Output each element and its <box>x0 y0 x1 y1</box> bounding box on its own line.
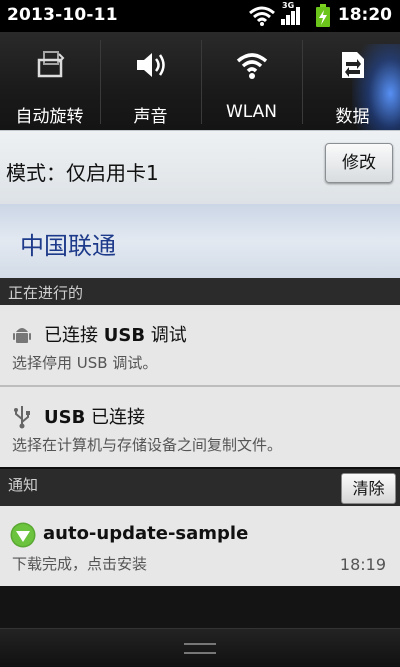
notification-title: 已连接 USB 调试 <box>44 321 187 347</box>
sim-mode-label: 模式：仅启用卡1 <box>6 161 159 185</box>
wifi-icon <box>249 6 275 26</box>
toggle-label: 数据 <box>335 107 370 127</box>
modify-button[interactable]: 修改 <box>325 143 393 183</box>
notification-title: USB 已连接 <box>44 403 145 429</box>
sim-mode-panel: 模式：仅启用卡1 修改 <box>0 130 400 205</box>
title-suffix: 已连接 <box>85 407 146 428</box>
toggle-data[interactable]: 数据 <box>303 32 400 130</box>
title-bold: USB <box>103 325 146 346</box>
signal-icon <box>281 7 300 25</box>
auto-rotate-icon <box>37 51 64 78</box>
shade-drag-handle[interactable] <box>0 628 400 667</box>
toggle-label: WLAN <box>225 102 278 122</box>
ongoing-header: 正在进行的 <box>0 278 400 305</box>
battery-charging-icon <box>316 4 330 27</box>
clear-button[interactable]: 清除 <box>341 473 396 504</box>
quick-toggles-bar: 自动旋转 声音 WLAN 数据 <box>0 32 400 154</box>
status-bar: 2013-10-11 3G 18:20 <box>0 0 400 32</box>
notification-title: auto-update-sample <box>43 523 249 544</box>
data-icon <box>341 52 364 78</box>
notification-text: 选择停用 USB 调试。 <box>12 354 158 372</box>
toggle-wlan[interactable]: WLAN <box>202 32 301 130</box>
title-bold: USB <box>44 407 86 428</box>
ongoing-header-label: 正在进行的 <box>8 284 84 302</box>
usb-icon <box>14 406 30 429</box>
toggle-label: 声音 <box>133 107 168 127</box>
android-debug-icon <box>13 328 31 343</box>
status-date: 2013-10-11 <box>7 5 118 25</box>
carrier-panel: 中国联通 <box>0 204 400 278</box>
grip-icon <box>184 643 216 654</box>
notifications-header: 通知 清除 <box>0 469 400 506</box>
sound-icon <box>136 53 165 77</box>
toggle-auto-rotate[interactable]: 自动旋转 <box>0 32 99 130</box>
usb-debug-notification[interactable]: 已连接 USB 调试 选择停用 USB 调试。 <box>0 305 400 385</box>
notification-text: 下载完成，点击安装 <box>12 555 148 573</box>
download-notification[interactable]: auto-update-sample 下载完成，点击安装 18:19 <box>0 506 400 586</box>
download-complete-icon <box>10 522 36 548</box>
notification-text: 选择在计算机与存储设备之间复制文件。 <box>12 436 283 454</box>
title-suffix: 调试 <box>145 325 187 346</box>
wlan-icon <box>236 53 267 79</box>
status-time: 18:20 <box>337 5 392 25</box>
toggle-label: 自动旋转 <box>15 107 84 127</box>
notifications-header-label: 通知 <box>8 476 39 494</box>
notification-time: 18:19 <box>339 555 386 574</box>
toggle-sound[interactable]: 声音 <box>101 32 200 130</box>
title-prefix: 已连接 <box>44 325 104 346</box>
usb-connected-notification[interactable]: USB 已连接 选择在计算机与存储设备之间复制文件。 <box>0 387 400 467</box>
carrier-name: 中国联通 <box>20 232 116 260</box>
